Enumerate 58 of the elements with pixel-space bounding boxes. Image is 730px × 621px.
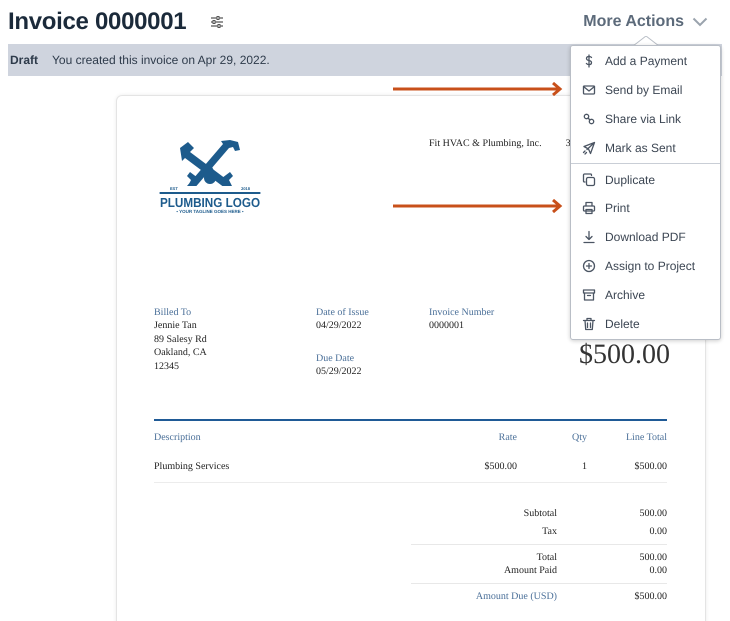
totals-value: 500.00 xyxy=(638,550,667,564)
totals-label: Total xyxy=(536,550,557,564)
table-cell-text: $500.00 xyxy=(634,460,667,474)
company-name: Fit HVAC & Plumbing, Inc. xyxy=(429,137,542,151)
menu-item[interactable]: Print xyxy=(571,194,720,223)
billed-to-line: 89 Salesy Rd xyxy=(154,332,208,346)
menu-item[interactable]: Duplicate xyxy=(571,165,720,194)
amount-due-label: Amount Due (USD) xyxy=(474,590,557,603)
column-header: Rate xyxy=(498,430,517,445)
more-actions-button[interactable]: More Actions xyxy=(583,10,708,34)
table-cell-text: $500.00 xyxy=(484,460,517,474)
sliders-icon[interactable] xyxy=(210,16,224,28)
menu-item[interactable]: Mark as Sent xyxy=(571,133,720,162)
billed-to-line: Jennie Tan xyxy=(154,319,198,333)
totals-value: 0.00 xyxy=(648,564,667,577)
column-header: Line Total xyxy=(624,430,667,445)
totals-label: Amount Paid xyxy=(502,564,557,577)
billed-to-line: 12345 xyxy=(154,360,180,374)
link-icon xyxy=(582,112,596,126)
date-of-issue-value: 04/29/2022 xyxy=(316,319,363,333)
sent-icon xyxy=(582,140,596,155)
column-header: Description xyxy=(154,430,202,445)
menu-item[interactable]: Download PDF xyxy=(571,222,720,252)
duplicate-icon xyxy=(582,172,596,187)
totals-value: $500.00 xyxy=(634,590,667,603)
menu-item[interactable]: Delete xyxy=(571,309,720,338)
column-header: Qty xyxy=(571,430,587,445)
menu-item[interactable]: Share via Link xyxy=(571,104,720,134)
billed-to-label: Billed To xyxy=(154,306,192,320)
download-icon xyxy=(582,230,596,244)
menu-item[interactable]: Assign to Project xyxy=(571,252,720,280)
chevron-down-icon xyxy=(692,17,708,27)
menu-item[interactable]: Add a Payment xyxy=(571,47,720,76)
billed-to-line: Oakland, CA xyxy=(154,346,208,360)
archive-icon xyxy=(582,288,596,302)
logo-title: PLUMBING LOGO xyxy=(160,192,260,209)
company-address: 3 xyxy=(566,137,571,151)
delete-icon xyxy=(582,316,596,331)
table-cell-text: 1 xyxy=(581,460,587,474)
table-cell-text: Plumbing Services xyxy=(154,460,230,474)
menu-item[interactable]: Archive xyxy=(571,280,720,310)
page-title: Invoice 0000001 xyxy=(8,8,186,36)
totals-value: 0.00 xyxy=(648,524,667,538)
banner-message: You created this invoice on Apr 29, 2022. xyxy=(52,52,270,69)
email-icon xyxy=(582,83,596,98)
menu-item[interactable]: Send by Email xyxy=(571,76,720,105)
totals-label: Subtotal xyxy=(522,506,557,520)
status-label: Draft xyxy=(9,52,40,69)
invoice-number-value: 0000001 xyxy=(429,319,465,333)
due-date-value: 05/29/2022 xyxy=(316,365,363,379)
amount-due-large: $500.00 xyxy=(579,338,670,370)
due-date-label: Due Date xyxy=(316,352,356,366)
assign-icon xyxy=(582,258,596,273)
print-icon xyxy=(582,201,596,216)
totals-label: Tax xyxy=(541,524,557,538)
invoice-number-label: Invoice Number xyxy=(429,306,496,320)
date-of-issue-label: Date of Issue xyxy=(316,306,370,320)
totals-value: 500.00 xyxy=(638,506,667,520)
